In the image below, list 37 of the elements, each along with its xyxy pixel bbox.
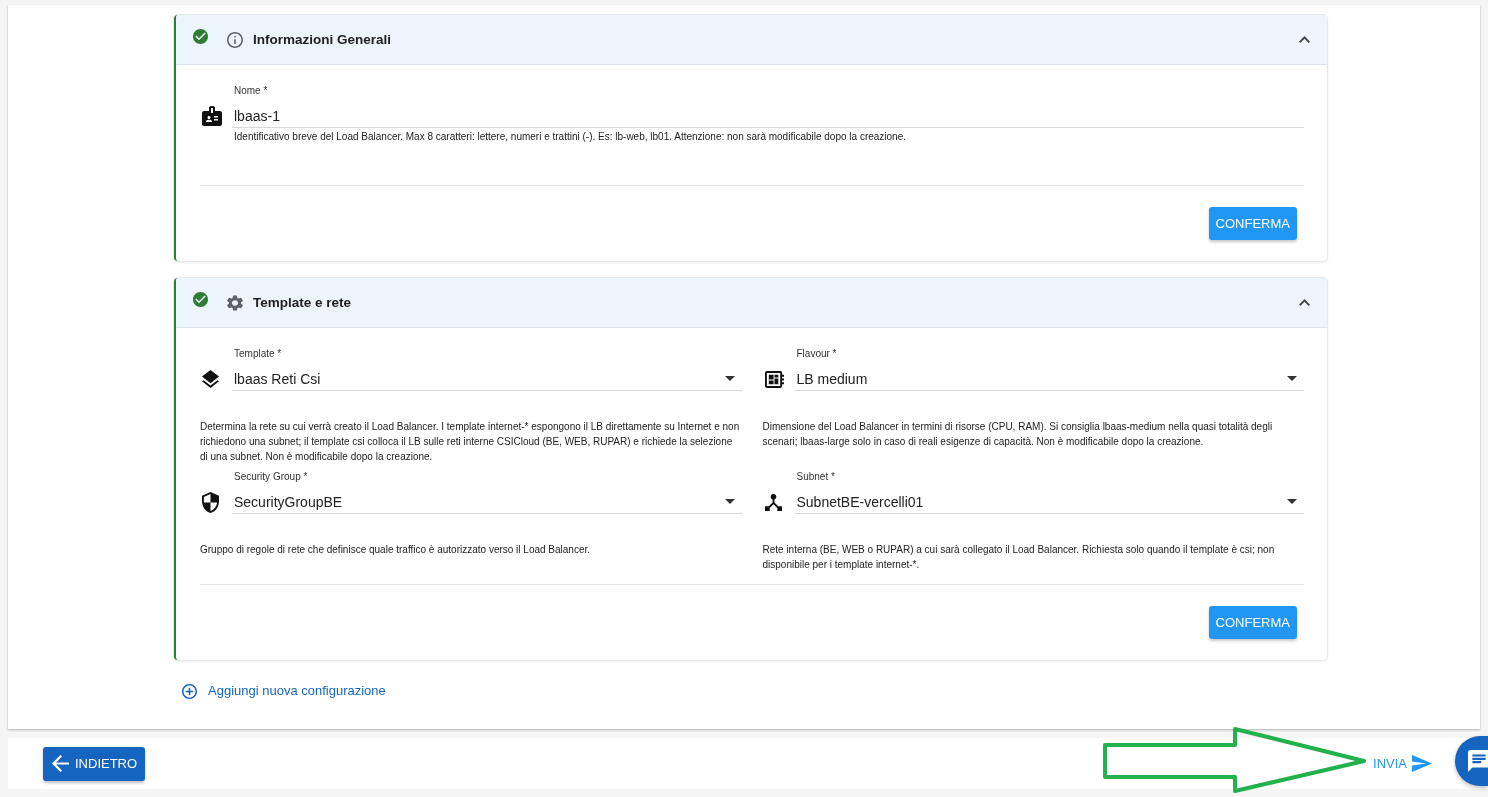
circuit-board-icon <box>764 370 784 388</box>
chevron-up-icon[interactable] <box>1299 299 1310 306</box>
dropdown-field[interactable]: LB medium <box>794 367 1304 391</box>
field-label: Template * <box>234 348 282 360</box>
info-icon <box>227 31 243 48</box>
dropdown-caret-icon <box>724 376 735 381</box>
layers-icon <box>202 370 219 388</box>
network-hub-icon <box>764 493 782 511</box>
back-button[interactable]: INDIETRO <box>43 746 146 781</box>
settings-icon <box>227 294 243 311</box>
arrow-left-icon <box>52 755 69 772</box>
section-title: Informazioni Generali <box>253 32 393 47</box>
shield-icon <box>202 491 219 513</box>
id-badge-icon <box>202 106 222 126</box>
dropdown-caret-icon <box>1287 499 1297 504</box>
field-label: Nome * <box>234 85 268 97</box>
chat-icon <box>1468 750 1488 772</box>
dropdown-caret-icon <box>724 499 735 504</box>
section-header[interactable]: Informazioni Generali <box>176 15 1327 65</box>
field-label: Flavour * <box>796 348 837 360</box>
dropdown-field[interactable]: SecurityGroupBE <box>232 490 742 514</box>
section-header[interactable]: Template e rete <box>176 278 1327 328</box>
add-configuration-link[interactable]: Aggiungi nuova configurazione <box>182 681 386 701</box>
field-label: Security Group * <box>234 471 308 483</box>
section-title: Template e rete <box>253 295 353 310</box>
helper-text: Gruppo di regole di rete che definisce quale traffico è autorizzato verso il Load Balancer. <box>200 543 592 557</box>
dropdown-field[interactable]: lbaas Reti Csi <box>232 367 742 391</box>
dropdown-caret-icon <box>1287 376 1297 381</box>
field-label: Subnet * <box>796 471 835 483</box>
helper-text: Dimensione del Load Balancer in termini di risorse (CPU, RAM). Si consiglia lbaas-medium nella quasi totalità degli scenari; lbaas-large solo in caso di reali esigenze di capacità. Non è modificabile dopo la creazione. <box>762 420 1274 449</box>
text-field[interactable]: lbaas-1 <box>232 104 1304 128</box>
helper-text: Rete interna (BE, WEB o RUPAR) a cui sarà collegato il Load Balancer. Richiesta solo quando il template è csi; non disponibile per i template internet-*. <box>762 543 1276 572</box>
helper-text: Determina la rete su cui verrà creato il Load Balancer. I template internet-* espongono il LB direttamente su Internet e non richiedono una subnet; il template csi colloca il LB sulle reti interne CSICloud (BE, WEB, RUPAR) e richiede la selezione di una subnet. Non è modificabile dopo la creazione. <box>200 420 741 464</box>
chevron-up-icon[interactable] <box>1299 36 1310 43</box>
helper-text: Identificativo breve del Load Balancer. Max 8 caratteri: lettere, numeri e trattini (-). Es: lb-web, lb01. Attenzione: non sarà modificabile dopo la creazione. <box>234 131 908 143</box>
send-icon <box>1412 755 1432 772</box>
dropdown-field[interactable]: SubnetBE-vercelli01 <box>794 490 1304 514</box>
